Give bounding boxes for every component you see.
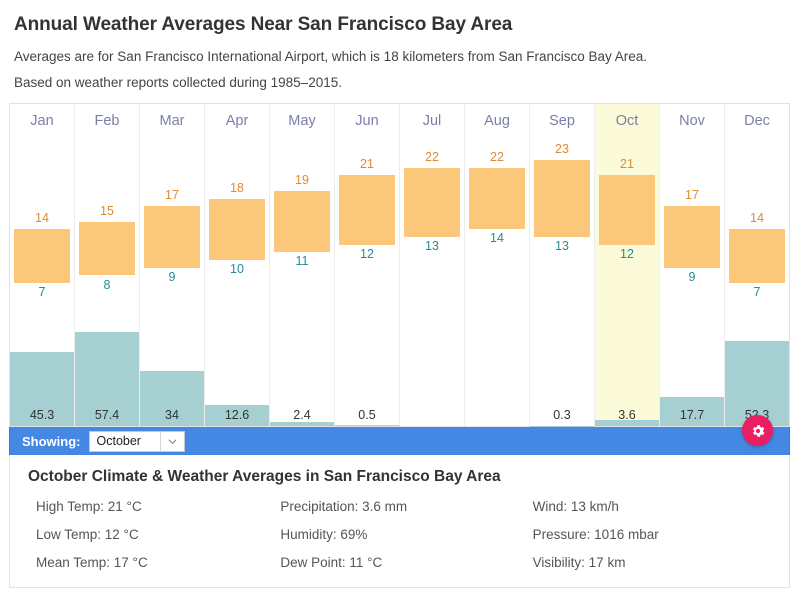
temperature-range-bar xyxy=(209,199,265,261)
high-temp-value: 15 xyxy=(75,204,139,218)
month-label: Feb xyxy=(75,113,139,129)
month-column-apr[interactable]: Apr 18 10 12.6 xyxy=(205,104,270,426)
low-temp-value: 14 xyxy=(465,231,529,245)
chevron-down-icon xyxy=(160,432,184,451)
precipitation-bar xyxy=(270,422,334,426)
low-temp-value: 12 xyxy=(595,247,659,261)
detail-item: Wind: 13 km/h xyxy=(533,499,771,514)
detail-item: Pressure: 1016 mbar xyxy=(533,527,771,542)
low-temp-value: 8 xyxy=(75,278,139,292)
precipitation-bar xyxy=(335,425,399,426)
high-temp-value: 21 xyxy=(595,157,659,171)
high-temp-value: 22 xyxy=(465,150,529,164)
high-temp-value: 14 xyxy=(10,211,74,225)
month-label: May xyxy=(270,113,334,129)
settings-gear-button[interactable] xyxy=(742,415,773,446)
month-column-sep[interactable]: Sep 23 13 0.3 xyxy=(530,104,595,426)
detail-item: Visibility: 17 km xyxy=(533,555,771,570)
high-temp-value: 14 xyxy=(725,211,789,225)
page-subtitle-secondary: Based on weather reports collected durin… xyxy=(14,75,790,90)
precipitation-value: 2.4 xyxy=(270,408,334,422)
low-temp-value: 7 xyxy=(725,285,789,299)
month-select-dropdown[interactable]: October xyxy=(89,431,185,452)
low-temp-value: 13 xyxy=(400,239,464,253)
month-column-oct[interactable]: Oct 21 12 3.6 xyxy=(595,104,660,426)
annual-weather-chart: Jan14745.3Feb15857.4Mar17934Apr181012.6M… xyxy=(9,103,790,427)
month-column-jan[interactable]: Jan 14 7 45.3 xyxy=(10,104,75,426)
month-column-jul[interactable]: Jul 22 13 xyxy=(400,104,465,426)
low-temp-value: 9 xyxy=(140,270,204,284)
low-temp-value: 13 xyxy=(530,239,594,253)
high-temp-value: 23 xyxy=(530,142,594,156)
precipitation-value: 17.7 xyxy=(660,408,724,422)
month-label: Aug xyxy=(465,113,529,129)
temperature-range-bar xyxy=(404,168,460,237)
low-temp-value: 10 xyxy=(205,262,269,276)
page-subtitle: Averages are for San Francisco Internati… xyxy=(14,49,790,64)
month-column-feb[interactable]: Feb 15 8 57.4 xyxy=(75,104,140,426)
month-column-jun[interactable]: Jun 21 12 0.5 xyxy=(335,104,400,426)
precipitation-value: 57.4 xyxy=(75,408,139,422)
detail-item: High Temp: 21 °C xyxy=(36,499,274,514)
month-label: Mar xyxy=(140,113,204,129)
month-column-aug[interactable]: Aug 22 14 xyxy=(465,104,530,426)
detail-item: Humidity: 69% xyxy=(280,527,518,542)
month-details-panel: October Climate & Weather Averages in Sa… xyxy=(9,455,790,588)
temperature-range-bar xyxy=(469,168,525,230)
month-column-dec[interactable]: Dec14752.3 xyxy=(725,104,789,426)
low-temp-value: 9 xyxy=(660,270,724,284)
temperature-range-bar xyxy=(79,222,135,276)
month-label: Sep xyxy=(530,113,594,129)
details-grid: High Temp: 21 °C Low Temp: 12 °C Mean Temp… xyxy=(28,499,771,570)
month-column-may[interactable]: May 19 11 2.4 xyxy=(270,104,335,426)
detail-item: Low Temp: 12 °C xyxy=(36,527,274,542)
temperature-range-bar xyxy=(144,206,200,268)
temperature-range-bar xyxy=(729,229,785,283)
temperature-range-bar xyxy=(14,229,70,283)
month-column-nov[interactable]: Nov 17 9 17.7 xyxy=(660,104,725,426)
showing-label: Showing: xyxy=(22,434,81,449)
gear-icon xyxy=(750,423,766,439)
month-column-mar[interactable]: Mar 17 9 34 xyxy=(140,104,205,426)
showing-bar: Showing: October xyxy=(9,427,790,455)
temperature-range-bar xyxy=(664,206,720,268)
high-temp-value: 17 xyxy=(140,188,204,202)
precipitation-value: 12.6 xyxy=(205,408,269,422)
page-title: Annual Weather Averages Near San Francis… xyxy=(14,14,790,36)
high-temp-value: 21 xyxy=(335,157,399,171)
temperature-range-bar xyxy=(534,160,590,237)
month-select-value: October xyxy=(97,434,141,448)
month-label: Oct xyxy=(595,113,659,129)
high-temp-value: 19 xyxy=(270,173,334,187)
details-column-1: High Temp: 21 °C Low Temp: 12 °C Mean Temp… xyxy=(28,499,274,570)
low-temp-value: 11 xyxy=(270,254,334,268)
precipitation-value: 0.3 xyxy=(530,408,594,422)
low-temp-value: 12 xyxy=(335,247,399,261)
weather-averages-page: Annual Weather Averages Near San Francis… xyxy=(0,14,799,605)
month-label: Nov xyxy=(660,113,724,129)
precipitation-value: 0.5 xyxy=(335,408,399,422)
details-column-2: Precipitation: 3.6 mm Humidity: 69% Dew Po… xyxy=(274,499,518,570)
detail-item: Dew Point: 11 °C xyxy=(280,555,518,570)
month-label: Apr xyxy=(205,113,269,129)
precipitation-value: 34 xyxy=(140,408,204,422)
high-temp-value: 18 xyxy=(205,181,269,195)
precipitation-value: 45.3 xyxy=(10,408,74,422)
month-label: Jan xyxy=(10,113,74,129)
low-temp-value: 7 xyxy=(10,285,74,299)
details-column-3: Wind: 13 km/h Pressure: 1016 mbar Visibili… xyxy=(519,499,771,570)
temperature-range-bar xyxy=(599,175,655,244)
details-title: October Climate & Weather Averages in Sa… xyxy=(28,468,771,486)
precipitation-value: 3.6 xyxy=(595,408,659,422)
month-label: Jun xyxy=(335,113,399,129)
high-temp-value: 17 xyxy=(660,188,724,202)
temperature-range-bar xyxy=(339,175,395,244)
high-temp-value: 22 xyxy=(400,150,464,164)
month-label: Dec xyxy=(725,113,789,129)
detail-item: Precipitation: 3.6 mm xyxy=(280,499,518,514)
temperature-range-bar xyxy=(274,191,330,253)
detail-item: Mean Temp: 17 °C xyxy=(36,555,274,570)
month-label: Jul xyxy=(400,113,464,129)
